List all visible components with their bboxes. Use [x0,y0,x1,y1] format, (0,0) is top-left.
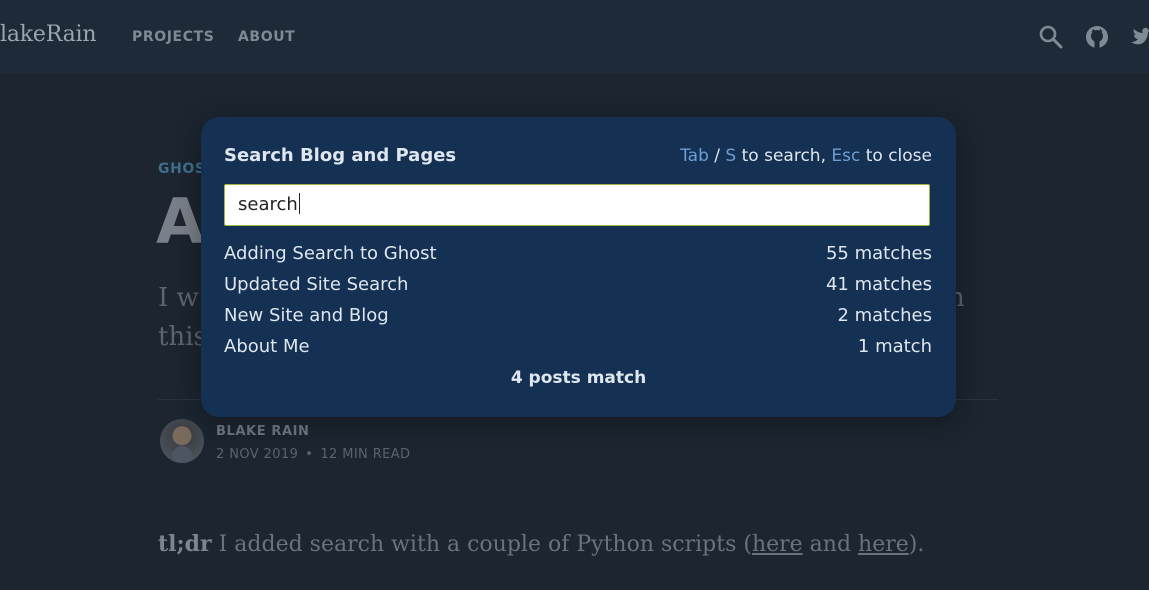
result-count: 1 match [857,336,932,357]
modal-title: Search Blog and Pages [224,145,457,166]
result-count: 55 matches [825,243,932,264]
excerpt-line-1: I w [158,283,199,313]
link-here-1[interactable]: here [752,532,803,557]
github-icon[interactable] [1084,24,1110,50]
result-title[interactable]: Updated Site Search [224,274,408,295]
search-query: search [238,194,298,215]
results-summary: 4 posts match [510,368,647,388]
post-body-intro: tl;dr I added search with a couple of Py… [158,531,924,557]
search-results: Adding Search to Ghost 55 matches Update… [224,243,932,367]
keyboard-hint: Tab / S to search, Esc to close [680,146,932,166]
result-title[interactable]: New Site and Blog [224,305,389,326]
result-count: 41 matches [825,274,932,295]
link-here-2[interactable]: here [858,532,909,557]
search-result-row[interactable]: About Me 1 match [224,336,932,367]
body-text: I added search with a couple of Python s… [211,532,752,557]
author-avatar[interactable] [160,419,204,463]
search-icon[interactable] [1038,24,1064,50]
meta-separator: • [305,447,314,462]
result-title[interactable]: About Me [224,336,310,357]
body-end: ). [908,532,925,557]
post-title: A [156,185,204,258]
search-input[interactable]: search [224,184,930,226]
result-count: 2 matches [837,305,932,326]
body-and: and [802,532,859,557]
hint-to-search: to search, [736,146,832,166]
post-date: 2 NOV 2019 [216,447,299,462]
search-result-row[interactable]: New Site and Blog 2 matches [224,305,932,336]
author-name[interactable]: BLAKE RAIN [216,424,310,439]
hint-key-esc: Esc [831,146,861,166]
post-tag[interactable]: GHOS [158,161,206,177]
search-modal: Search Blog and Pages Tab / S to search,… [201,117,956,417]
hint-key-tab: Tab [680,146,709,166]
text-cursor [298,193,300,214]
nav-projects[interactable]: PROJECTS [132,29,214,45]
result-title[interactable]: Adding Search to Ghost [224,243,437,264]
hint-to-close: to close [860,146,932,166]
search-result-row[interactable]: Adding Search to Ghost 55 matches [224,243,932,274]
hint-slash: / [708,146,726,166]
twitter-icon[interactable] [1130,24,1149,50]
nav-about[interactable]: ABOUT [238,29,295,45]
top-navigation-bar: lakeRain PROJECTS ABOUT [0,0,1149,73]
hint-key-s: S [725,146,737,166]
tldr-label: tl;dr [158,531,212,557]
read-time: 12 MIN READ [320,447,411,462]
post-meta: 2 NOV 2019 • 12 MIN READ [216,447,410,462]
search-result-row[interactable]: Updated Site Search 41 matches [224,274,932,305]
site-logo[interactable]: lakeRain [0,22,96,47]
